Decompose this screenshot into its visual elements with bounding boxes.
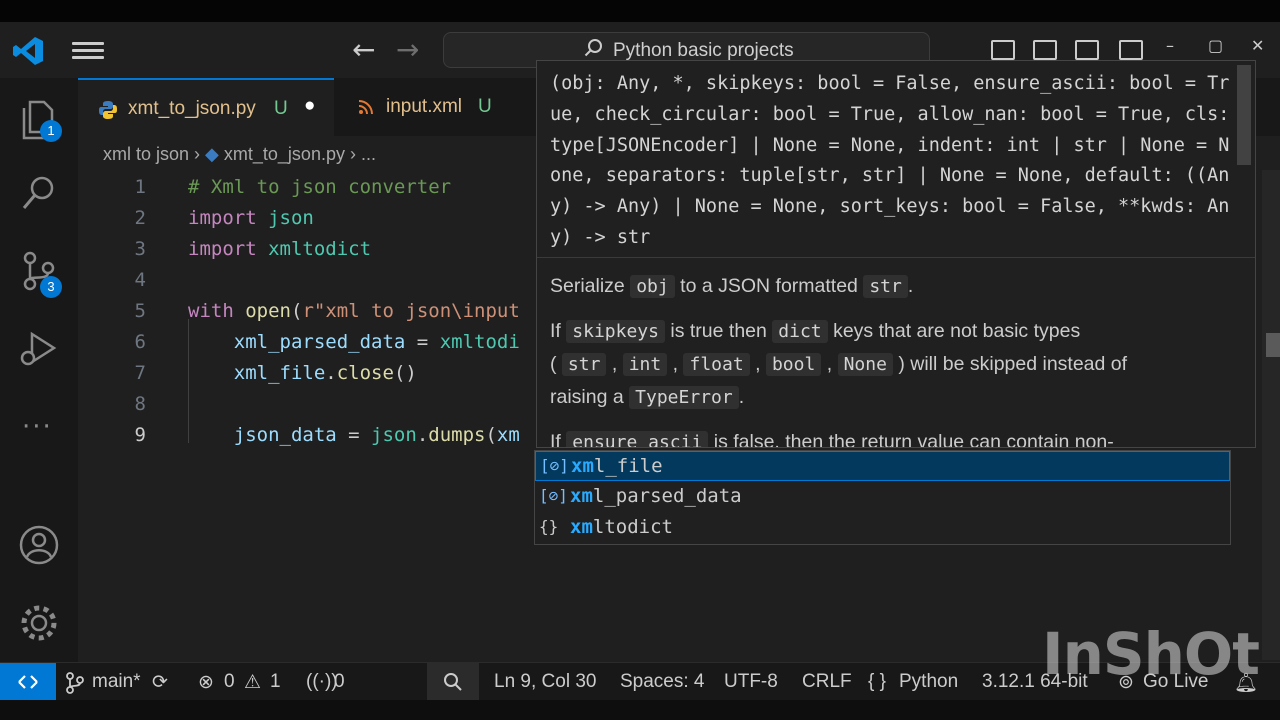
- code-line-9[interactable]: json_data = json.dumps(xm: [188, 424, 520, 446]
- run-debug-icon[interactable]: [18, 328, 60, 370]
- python-file-icon: ◆: [205, 144, 219, 164]
- tab-input-xml[interactable]: input.xml U: [334, 78, 524, 136]
- breadcrumb-symbol[interactable]: ...: [361, 144, 376, 164]
- maximize-icon[interactable]: ▢: [1208, 36, 1223, 55]
- toggle-panel-icon[interactable]: [1033, 40, 1057, 60]
- minimize-icon[interactable]: –: [1166, 36, 1174, 55]
- error-count[interactable]: 0: [224, 671, 235, 693]
- suggestion-label: xml_parsed_data: [570, 485, 742, 507]
- line-number: 6: [134, 331, 146, 353]
- explorer-badge: 1: [40, 120, 62, 142]
- git-branch[interactable]: main*: [92, 671, 141, 693]
- gear-icon[interactable]: [18, 602, 60, 644]
- rss-xml-file-icon: [358, 100, 373, 115]
- back-arrow-icon[interactable]: ←: [352, 36, 375, 64]
- activity-bar: 1 3 ···: [0, 78, 78, 662]
- account-icon[interactable]: [18, 524, 60, 566]
- cursor-position[interactable]: Ln 9, Col 30: [494, 671, 596, 693]
- line-number: 2: [134, 207, 146, 229]
- code-line-3[interactable]: import xmltodict: [188, 238, 371, 260]
- forward-arrow-icon[interactable]: →: [396, 36, 419, 64]
- line-number: 3: [134, 238, 146, 260]
- line-number: 1: [134, 176, 146, 198]
- doc-paragraph-3: If ensure_ascii is false, then the retur…: [550, 431, 1114, 447]
- warning-count[interactable]: 1: [270, 671, 281, 693]
- toggle-sidebar-icon[interactable]: [991, 40, 1015, 60]
- search-text[interactable]: Python basic projects: [613, 40, 794, 62]
- suggestion-item[interactable]: {} xmltodict: [535, 513, 1230, 543]
- suggestion-item[interactable]: [⊘] xml_parsed_data: [535, 482, 1230, 512]
- module-icon: {}: [539, 517, 559, 536]
- doc-paragraph-2-end: raising a TypeError.: [550, 386, 745, 409]
- ports-count[interactable]: 0: [334, 671, 345, 693]
- autocomplete-suggestions: [⊘] xml_file [⊘] xml_parsed_data {} xmlt…: [534, 450, 1231, 545]
- scrollbar-thumb[interactable]: [1266, 333, 1280, 357]
- tab-status: U: [478, 96, 492, 117]
- variable-icon: [⊘]: [539, 486, 568, 505]
- menu-icon[interactable]: [72, 38, 104, 64]
- doc-paragraph-2: If skipkeys is true then dict keys that …: [550, 320, 1081, 343]
- remote-indicator[interactable]: [0, 663, 56, 701]
- breadcrumb: xml to json › ◆ xmt_to_json.py › ...: [103, 144, 376, 165]
- zoom-icon: [444, 673, 462, 691]
- ports-icon[interactable]: ((·)): [306, 671, 338, 693]
- code-line-5[interactable]: with open(r"xml to json\input: [188, 300, 520, 322]
- tab-status: U: [274, 98, 288, 119]
- vscode-logo-icon: [13, 37, 43, 65]
- warning-icon[interactable]: ⚠: [244, 671, 261, 694]
- close-window-icon[interactable]: ✕: [1251, 36, 1264, 55]
- search-icon: [584, 39, 602, 57]
- code-line-1[interactable]: # Xml to json converter: [188, 176, 451, 198]
- line-number: 7: [134, 362, 146, 384]
- encoding[interactable]: UTF-8: [724, 671, 778, 693]
- braces-icon: { }: [868, 671, 886, 692]
- line-ending[interactable]: CRLF: [802, 671, 852, 693]
- customize-layout-icon[interactable]: [1119, 40, 1143, 60]
- function-signature: (obj: Any, *, skipkeys: bool = False, en…: [550, 73, 1230, 248]
- line-number: 5: [134, 300, 146, 322]
- error-icon[interactable]: ⊗: [198, 671, 214, 694]
- bottom-strip: [0, 700, 1280, 720]
- editor-scrollbar[interactable]: [1262, 170, 1280, 660]
- code-line-2[interactable]: import json: [188, 207, 314, 229]
- chevron-right-icon: ›: [349, 144, 361, 164]
- breadcrumb-folder[interactable]: xml to json: [103, 144, 189, 164]
- breadcrumb-file[interactable]: xmt_to_json.py: [224, 144, 345, 164]
- suggestion-label: xml_file: [571, 455, 663, 477]
- line-number-current: 9: [134, 424, 146, 446]
- source-control-badge: 3: [40, 276, 62, 298]
- indentation[interactable]: Spaces: 4: [620, 671, 705, 693]
- suggestion-label: xmltodict: [570, 516, 673, 538]
- doc-paragraph-1: Serialize obj to a JSON formatted str.: [550, 275, 914, 298]
- python-file-icon: [99, 101, 117, 119]
- search-sidebar-icon[interactable]: [18, 172, 60, 214]
- more-views-icon[interactable]: ···: [22, 412, 53, 442]
- tab-xmt-to-json[interactable]: xmt_to_json.py U ●: [78, 78, 334, 136]
- line-number: 8: [134, 393, 146, 415]
- suggestion-item-selected[interactable]: [⊘] xml_file: [535, 451, 1230, 481]
- hover-documentation-popup[interactable]: (obj: Any, *, skipkeys: bool = False, en…: [536, 60, 1256, 448]
- zoom-button[interactable]: [427, 663, 479, 701]
- variable-icon: [⊘]: [540, 456, 569, 475]
- top-strip: [0, 0, 1280, 22]
- remote-icon: [18, 675, 38, 689]
- tab-label: input.xml: [386, 96, 463, 117]
- hover-divider: [537, 257, 1255, 258]
- git-branch-icon: [66, 672, 84, 694]
- unsaved-dot-icon[interactable]: ●: [304, 95, 315, 117]
- language-mode[interactable]: Python: [899, 671, 958, 693]
- sync-icon[interactable]: ⟳: [152, 671, 168, 694]
- code-line-7[interactable]: xml_file.close(): [188, 362, 417, 384]
- hover-scrollbar[interactable]: [1237, 65, 1251, 165]
- code-line-6[interactable]: xml_parsed_data = xmltodi: [188, 331, 520, 353]
- chevron-right-icon: ›: [194, 144, 206, 164]
- watermark: InShOt: [1042, 620, 1260, 688]
- doc-paragraph-2-cont: ( str , int , float , bool , None ) will…: [550, 353, 1128, 376]
- toggle-secondary-sidebar-icon[interactable]: [1075, 40, 1099, 60]
- line-number: 4: [134, 269, 146, 291]
- tab-label: xmt_to_json.py: [128, 98, 256, 119]
